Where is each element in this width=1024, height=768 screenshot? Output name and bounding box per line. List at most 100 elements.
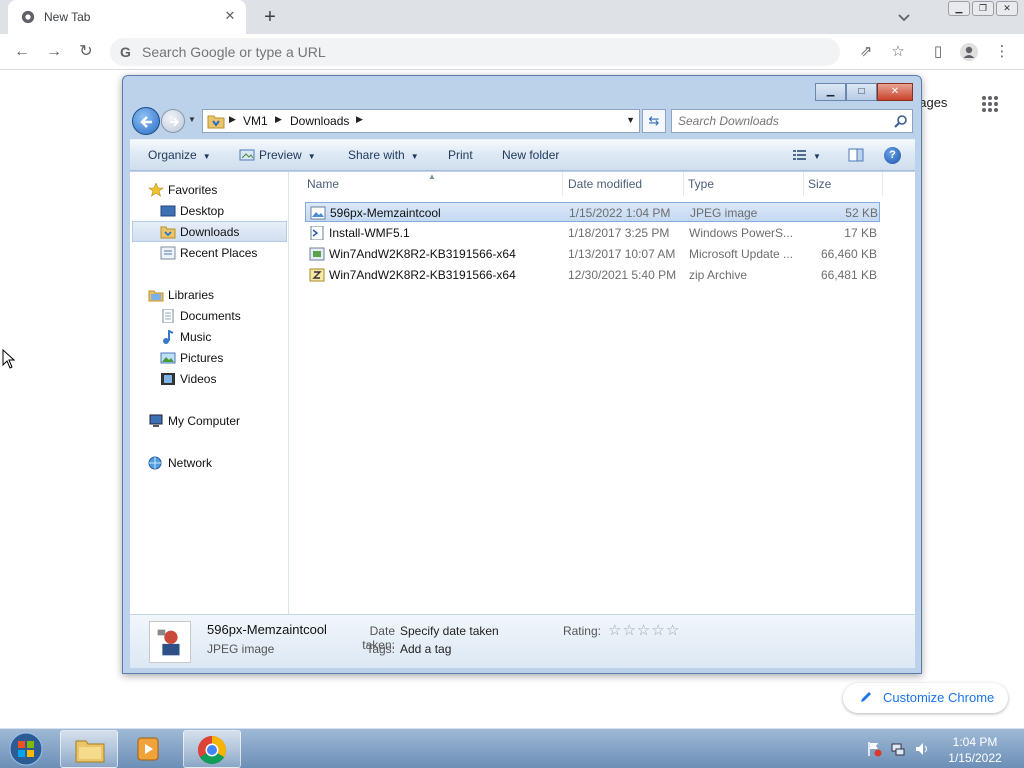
breadcrumb-separator-icon[interactable]: ▶ [275,114,282,125]
bookmark-star-icon[interactable]: ☆ [888,42,908,62]
search-downloads-input[interactable] [678,113,888,129]
file-row-kb3191566-msu[interactable]: Win7AndW2K8R2-KB3191566-x64 1/13/2017 10… [305,244,880,264]
zip-icon [309,268,325,282]
preview-image-icon [239,149,255,161]
reload-icon[interactable]: ↻ [76,42,96,62]
google-apps-icon[interactable] [980,94,1000,114]
nav-network[interactable]: Network [148,453,278,473]
nav-videos[interactable]: Videos [160,369,280,389]
star-icon[interactable]: ☆ [651,622,665,639]
organize-menu[interactable]: Organize ▼ [148,148,211,162]
star-icon[interactable]: ☆ [622,622,636,639]
breadcrumb-downloads[interactable]: Downloads [290,114,349,128]
print-button[interactable]: Print [448,148,473,162]
recent-pages-dropdown-icon[interactable]: ▼ [188,115,198,125]
column-header-type[interactable]: Type [688,177,714,191]
nav-pictures[interactable]: Pictures [160,348,280,368]
selected-image-thumbnail [149,621,191,663]
file-date: 12/30/2021 5:40 PM [568,268,677,282]
action-center-flag-icon[interactable] [866,741,882,757]
network-status-icon[interactable] [890,741,906,757]
taskbar-media-player[interactable] [122,730,180,768]
chrome-menu-icon[interactable]: ⋮ [992,42,1012,62]
tab-title: New Tab [44,10,91,24]
star-icon[interactable]: ☆ [637,622,651,639]
customize-chrome-button[interactable]: Customize Chrome [843,683,1008,713]
film-strip-icon [161,373,175,385]
file-row-install-wmf5-1[interactable]: Install-WMF5.1 1/18/2017 3:25 PM Windows… [305,223,880,243]
new-folder-button[interactable]: New folder [502,148,559,162]
nav-desktop[interactable]: Desktop [160,201,280,221]
column-divider[interactable] [882,172,883,196]
breadcrumb-vm1[interactable]: VM1 [243,114,268,128]
close-window-button[interactable]: ✕ [996,1,1018,16]
start-button-windows-logo-icon[interactable] [6,731,46,767]
omnibox-input[interactable] [142,42,742,62]
minimize-window-button[interactable]: ▁ [948,1,970,16]
nav-libraries-label: Libraries [168,288,215,302]
explorer-minimize-button[interactable]: ▁ [815,83,846,101]
explorer-close-button[interactable]: ✕ [877,83,913,101]
close-tab-icon[interactable]: ✕ [222,8,238,24]
column-header-name[interactable]: Name [307,177,339,191]
tags-value[interactable]: Add a tag [400,642,451,656]
share-icon[interactable]: ⇗ [856,42,876,62]
nav-libraries[interactable]: Libraries [148,285,278,305]
volume-speaker-icon[interactable] [914,741,930,757]
nav-recent-places[interactable]: Recent Places [160,243,284,263]
explorer-forward-button[interactable] [161,109,185,133]
share-with-menu[interactable]: Share with ▼ [348,148,419,162]
address-bar[interactable]: ▶ VM1 ▶ Downloads ▶ ▼ [202,109,640,133]
folder-icon [207,115,225,129]
explorer-window-controls: ▁ □ ✕ [815,83,913,101]
breadcrumb-separator-icon[interactable]: ▶ [229,114,236,125]
media-player-icon [137,737,159,761]
forward-arrow-icon[interactable]: → [44,42,64,62]
star-icon[interactable]: ☆ [666,622,680,639]
rating-stars[interactable]: ☆☆☆☆☆ [608,621,680,639]
omnibox[interactable]: G [110,38,840,66]
column-divider[interactable] [562,172,563,196]
search-icon[interactable] [894,114,908,128]
taskbar-clock[interactable]: 1:04 PM 1/15/2022 [940,734,1010,766]
taskbar-google-chrome[interactable] [183,730,241,768]
nav-documents[interactable]: Documents [160,306,280,326]
nav-my-computer[interactable]: My Computer [148,411,278,431]
libraries-icon [148,290,164,302]
nav-music[interactable]: Music [160,327,280,347]
restore-window-button[interactable]: ❐ [972,1,994,16]
breadcrumb-separator-icon[interactable]: ▶ [356,114,363,125]
address-dropdown-icon[interactable]: ▼ [626,115,635,125]
preview-button[interactable]: Preview ▼ [259,148,316,162]
column-divider[interactable] [683,172,684,196]
details-file-name: 596px-Memzaintcool [207,622,327,637]
explorer-back-button[interactable] [132,107,160,135]
side-panel-icon[interactable]: ▯ [928,42,948,62]
column-divider[interactable] [803,172,804,196]
column-header-size[interactable]: Size [808,177,831,191]
date-taken-value[interactable]: Specify date taken [400,624,499,638]
search-downloads-box[interactable] [671,109,913,133]
new-tab-button[interactable]: + [259,6,281,28]
star-icon[interactable]: ☆ [608,622,622,639]
explorer-maximize-button[interactable]: □ [846,83,877,101]
change-view-icon[interactable] [792,148,808,162]
file-date: 1/13/2017 10:07 AM [568,247,676,261]
refresh-button[interactable]: ⇆ [642,109,666,133]
tab-new-tab[interactable]: New Tab ✕ [8,0,246,34]
file-row-596px-memzaintcool[interactable]: 596px-Memzaintcool 1/15/2022 1:04 PM JPE… [305,202,880,222]
nav-downloads[interactable]: Downloads [132,221,287,242]
tab-search-chevron-icon[interactable] [896,9,912,25]
view-options-dropdown-icon[interactable]: ▼ [813,148,821,162]
preview-pane-icon[interactable] [848,148,864,162]
column-header-date-modified[interactable]: Date modified [568,177,642,191]
back-arrow-icon[interactable]: ← [12,42,32,62]
file-row-kb3191566-zip[interactable]: Win7AndW2K8R2-KB3191566-x64 12/30/2021 5… [305,265,880,285]
profile-avatar-icon[interactable] [959,42,979,62]
taskbar-file-explorer[interactable] [60,730,118,768]
forward-arrow-icon [170,117,180,127]
explorer-content: Favorites Desktop Downloads Recent Place… [130,172,915,614]
nav-favorites[interactable]: Favorites [148,180,278,200]
help-icon[interactable]: ? [884,147,901,164]
file-date: 1/15/2022 1:04 PM [569,206,671,220]
